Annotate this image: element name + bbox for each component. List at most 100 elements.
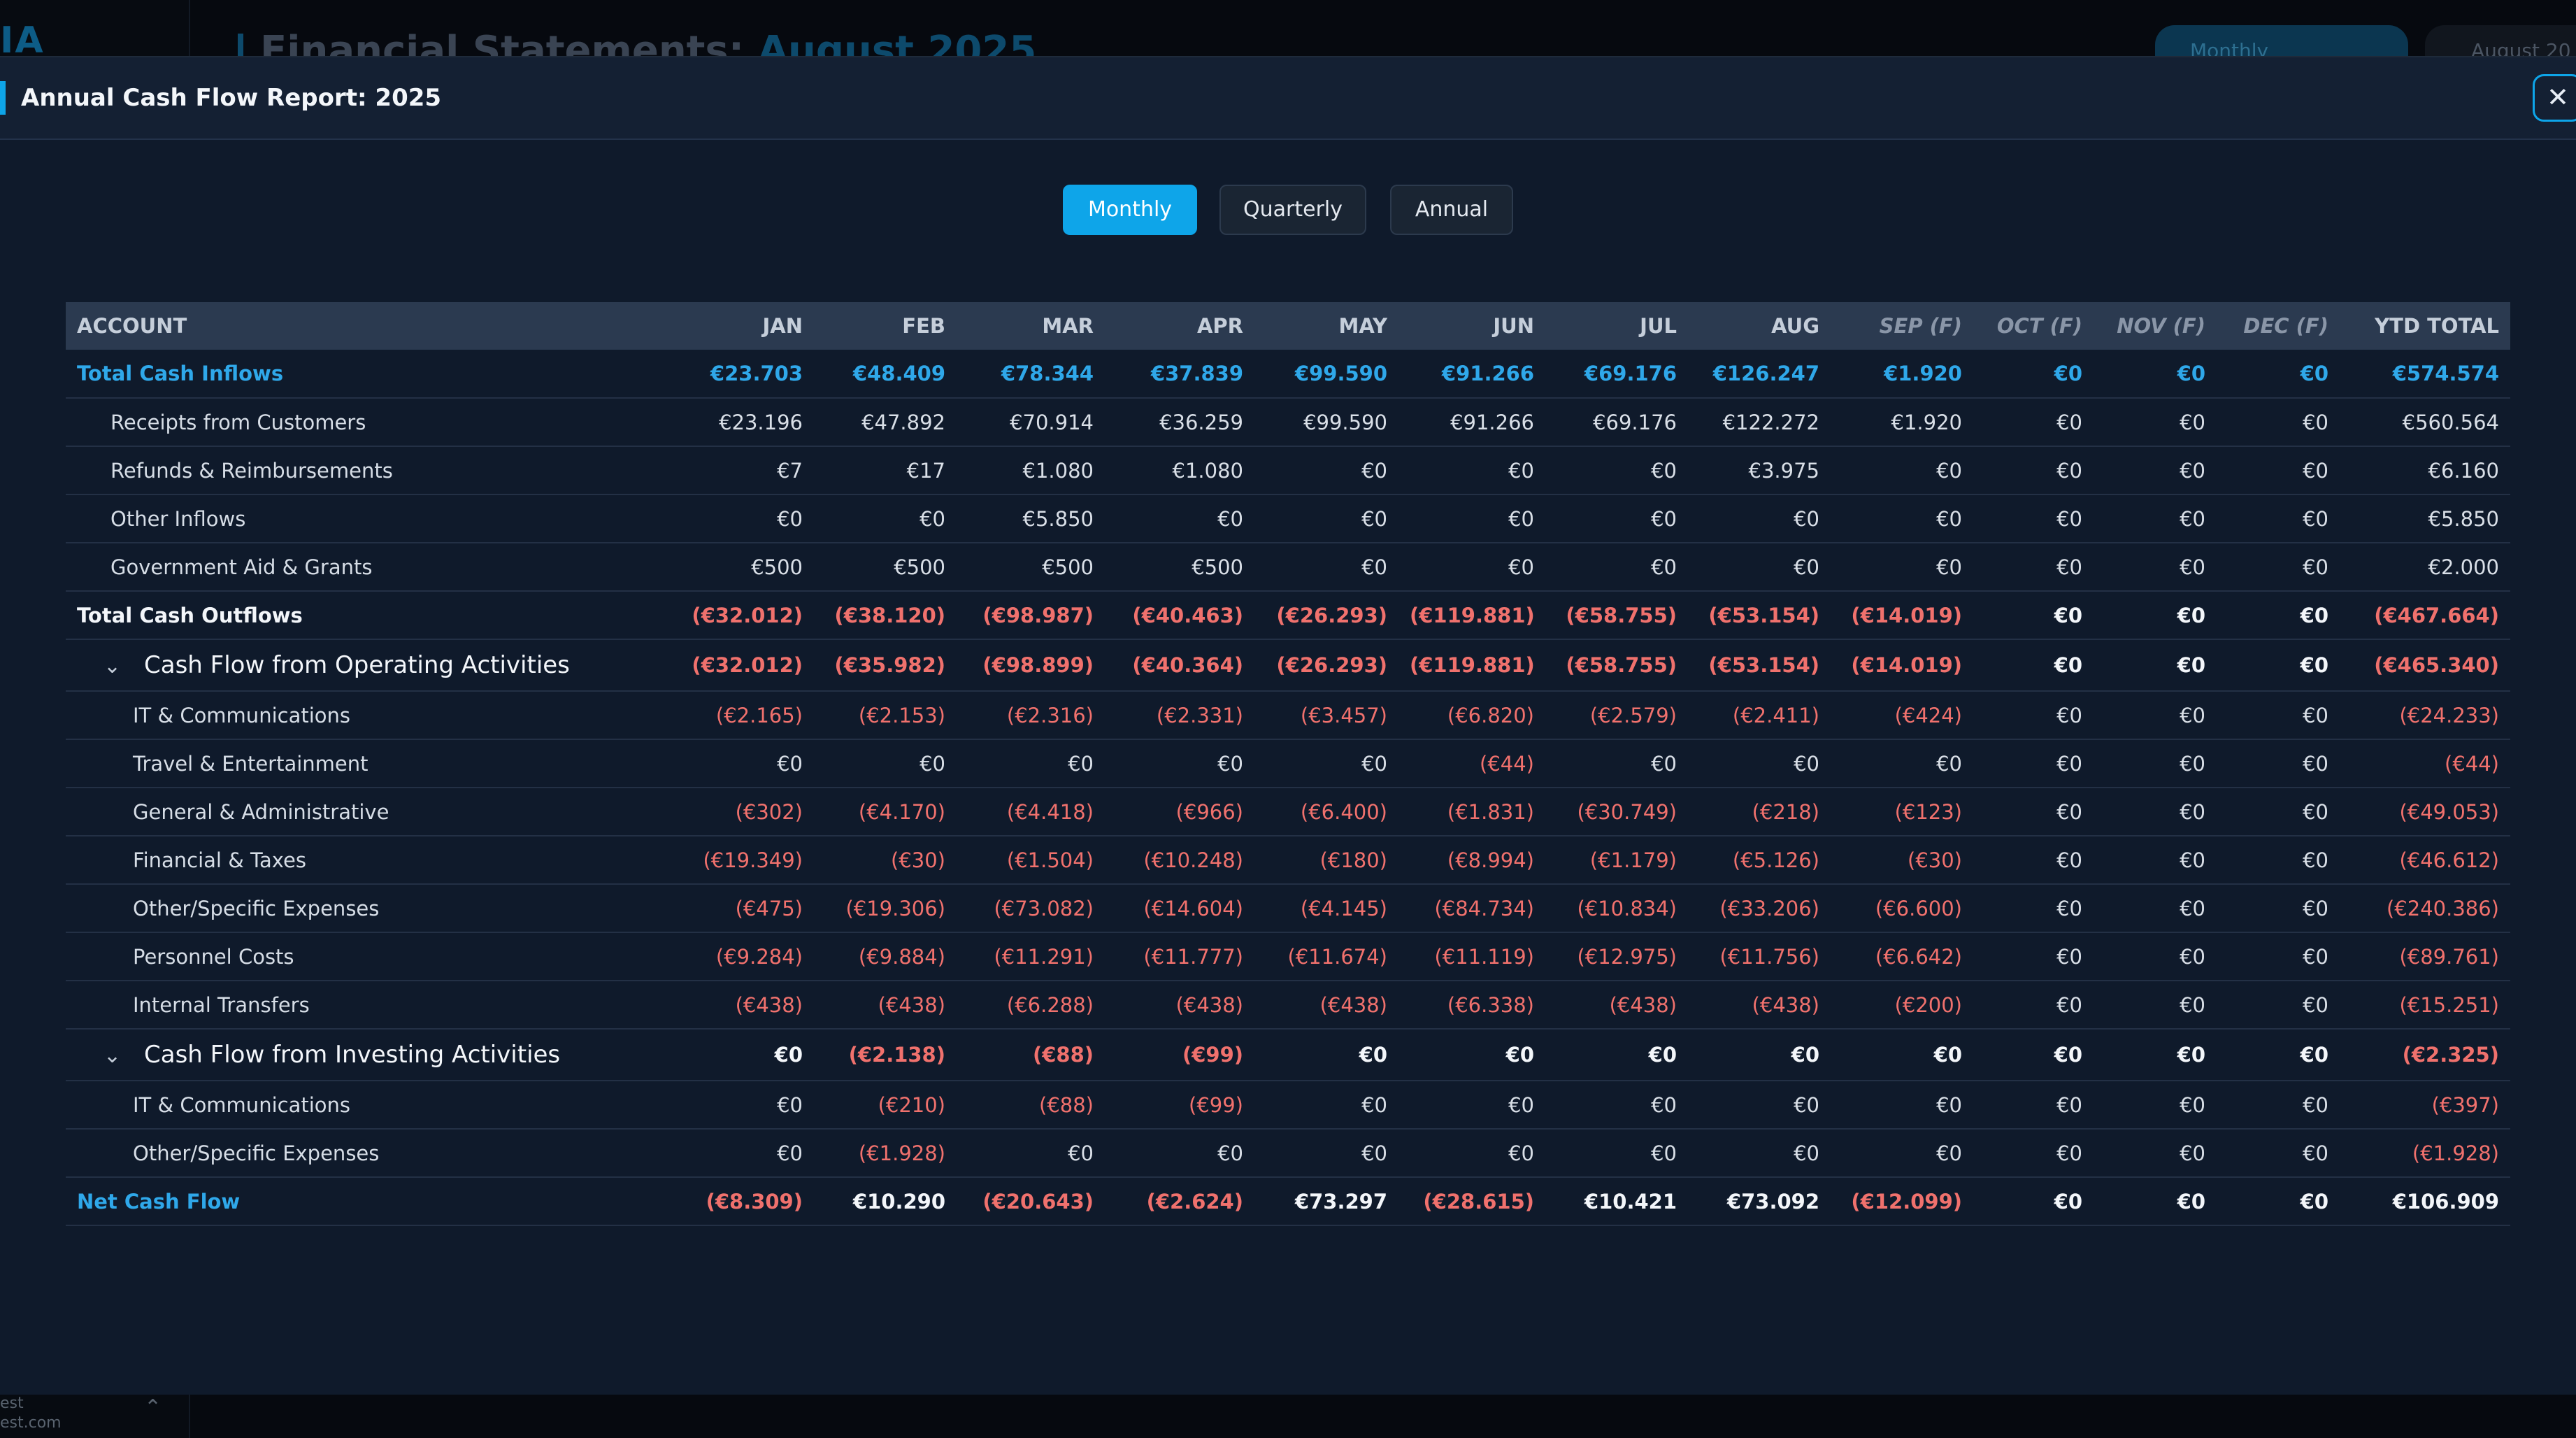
toggle-monthly[interactable]: Monthly [1063,185,1197,235]
table-row: Total Cash Outflows (€32.012) (€38.120) (€9… [66,591,2510,639]
cash-flow-modal: Annual Cash Flow Report: 2025 ✕ Monthly … [0,56,2576,1395]
value-cell: €0 [1933,1043,1962,1067]
value-cell: €0 [1217,506,1243,531]
value-cell: €0 [2303,458,2328,483]
value-cell: €0 [2056,848,2082,872]
value-cell: (€26.293) [1276,653,1387,677]
column-header: NOV (F) [2117,314,2205,338]
value-cell: €0 [2056,896,2082,920]
value-cell: €0 [1936,555,1962,579]
value-cell: €5.850 [2428,506,2499,531]
value-cell: €560.564 [2402,410,2499,434]
value-cell: €69.176 [1593,410,1677,434]
value-cell: (€10.834) [1577,896,1677,920]
value-cell: €0 [2180,410,2205,434]
column-header: FEB [902,314,945,338]
value-cell: €0 [1361,1141,1387,1165]
value-cell: (€4.418) [1006,799,1094,824]
table-row: Other Inflows €0 €0 €5.850 €0 €0 €0 €0 €0 €0 €0 €0 €… [66,494,2510,543]
table-row[interactable]: ⌄ Cash Flow from Investing Activities €0 (€… [66,1029,2510,1081]
value-cell: (€2.153) [858,703,945,727]
value-cell: €0 [777,1092,803,1117]
value-cell: (€467.664) [2374,603,2499,627]
value-cell: €0 [2303,944,2328,969]
value-cell: (€32.012) [692,653,803,677]
account-label: Other/Specific Expenses [133,896,380,920]
value-cell: (€397) [2431,1092,2499,1117]
value-cell: (€6.820) [1447,703,1534,727]
account-label: Net Cash Flow [77,1189,241,1213]
value-cell: €0 [1068,1141,1094,1165]
account-label: Total Cash Outflows [77,603,303,627]
value-cell: €126.247 [1712,362,1819,385]
chevron-updown-icon[interactable]: ⌃ [144,1397,162,1418]
table-row: Receipts from Customers €23.196 €47.892 €70… [66,398,2510,446]
account-label: Total Cash Inflows [77,362,284,385]
value-cell: €0 [2180,992,2205,1017]
value-cell: €0 [1508,506,1534,531]
value-cell: €0 [1359,1043,1387,1067]
value-cell: €0 [2180,1141,2205,1165]
value-cell: (€475) [735,896,803,920]
value-cell: €0 [1794,1141,1819,1165]
value-cell: €0 [2303,799,2328,824]
value-cell: €0 [2300,1189,2328,1213]
value-cell: €0 [2303,555,2328,579]
value-cell: €37.839 [1150,362,1243,385]
value-cell: €0 [1651,1092,1677,1117]
value-cell: €0 [2177,1043,2205,1067]
value-cell: (€438) [878,992,945,1017]
value-cell: €1.080 [1172,458,1243,483]
value-cell: (€10.248) [1143,848,1243,872]
cash-flow-table: ACCOUNT JAN FEB MAR APR MAY JUN JUL AUG SEP (F) OC… [66,302,2510,1226]
value-cell: €73.297 [1294,1189,1387,1213]
value-cell: €0 [1794,506,1819,531]
table-row: Other/Specific Expenses (€475) (€19.306) (€… [66,884,2510,932]
value-cell: €0 [2303,896,2328,920]
value-cell: €0 [1794,555,1819,579]
value-cell: (€3.457) [1300,703,1387,727]
value-cell: €500 [894,555,945,579]
close-icon[interactable]: ✕ [2533,74,2576,122]
value-cell: (€2.411) [1732,703,1819,727]
value-cell: (€1.831) [1447,799,1534,824]
toggle-annual[interactable]: Annual [1390,185,1513,235]
column-header: JAN [762,314,803,338]
value-cell: €99.590 [1303,410,1387,434]
value-cell: €0 [2056,506,2082,531]
column-header: DEC (F) [2243,314,2328,338]
value-cell: €36.259 [1159,410,1243,434]
value-cell: €47.892 [861,410,945,434]
app-logo: IA [0,20,45,62]
table-row: IT & Communications €0 (€210) (€88) (€99) €0 €… [66,1081,2510,1129]
value-cell: (€98.899) [982,653,1094,677]
value-cell: (€19.306) [845,896,945,920]
value-cell: €0 [1508,1092,1534,1117]
value-cell: (€123) [1894,799,1962,824]
value-cell: (€11.291) [994,944,1094,969]
value-cell: (€40.364) [1132,653,1243,677]
value-cell: €0 [1936,458,1962,483]
value-cell: (€24.233) [2399,703,2499,727]
value-cell: €0 [1508,555,1534,579]
value-cell: €69.176 [1584,362,1677,385]
table-row[interactable]: ⌄ Cash Flow from Operating Activities (€32… [66,639,2510,691]
column-header: YTD TOTAL [2375,314,2499,338]
account-label: General & Administrative [133,799,389,824]
value-cell: €73.092 [1726,1189,1819,1213]
chevron-down-icon[interactable]: ⌄ [103,1044,129,1068]
toggle-quarterly[interactable]: Quarterly [1219,185,1366,235]
value-cell: (€424) [1894,703,1962,727]
chevron-down-icon[interactable]: ⌄ [103,654,129,678]
value-cell: (€438) [1609,992,1677,1017]
account-label: IT & Communications [133,703,350,727]
value-cell: €0 [2054,653,2082,677]
value-cell: €0 [2303,703,2328,727]
value-cell: (€1.504) [1006,848,1094,872]
user-footer[interactable]: est est.com ⌃ [0,1392,190,1438]
value-cell: €106.909 [2392,1189,2499,1213]
column-header: MAY [1338,314,1387,338]
value-cell: €0 [1361,751,1387,776]
value-cell: €0 [1794,751,1819,776]
value-cell: €0 [2056,555,2082,579]
